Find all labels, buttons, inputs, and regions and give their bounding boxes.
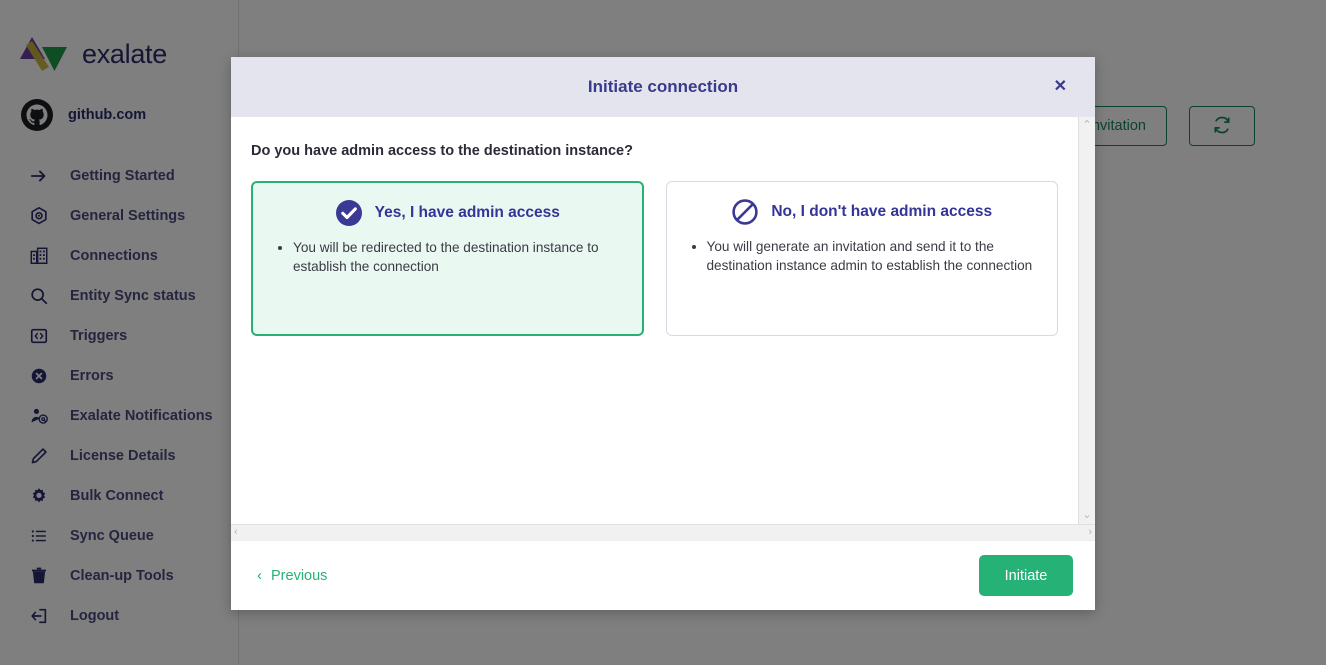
modal-footer: ‹ Previous Initiate (231, 540, 1095, 610)
modal-body-row: Do you have admin access to the destinat… (231, 117, 1095, 524)
previous-button-label: Previous (271, 567, 328, 584)
previous-button[interactable]: ‹ Previous (255, 562, 329, 590)
option-card-bullet: You will be redirected to the destinatio… (293, 239, 624, 276)
check-circle-icon (335, 199, 363, 227)
scroll-left-arrow-icon[interactable]: ‹ (234, 527, 238, 538)
modal-title: Initiate connection (587, 77, 739, 96)
option-card-bullets: You will generate an invitation and send… (685, 238, 1040, 275)
chevron-left-icon: ‹ (257, 567, 262, 584)
option-card-title: No, I don't have admin access (771, 203, 993, 220)
modal-vertical-scrollbar[interactable]: ⌃ ⌄ (1078, 117, 1095, 524)
option-card-bullet: You will generate an invitation and send… (707, 238, 1040, 275)
option-card-bullets: You will be redirected to the destinatio… (271, 239, 624, 276)
option-card-yes[interactable]: Yes, I have admin access You will be red… (251, 181, 644, 336)
option-card-header: No, I don't have admin access (685, 198, 1040, 226)
initiate-button[interactable]: Initiate (979, 555, 1073, 596)
scroll-down-arrow-icon[interactable]: ⌄ (1082, 510, 1091, 521)
option-card-header: Yes, I have admin access (271, 199, 624, 227)
option-cards: Yes, I have admin access You will be red… (251, 181, 1058, 336)
no-entry-icon (731, 198, 759, 226)
modal-header: Initiate connection ✕ (231, 57, 1095, 117)
initiate-connection-modal: Initiate connection ✕ Do you have admin … (231, 57, 1095, 610)
modal-body: Do you have admin access to the destinat… (231, 117, 1078, 524)
modal-body-wrap: Do you have admin access to the destinat… (231, 117, 1095, 540)
scroll-right-arrow-icon[interactable]: › (1088, 527, 1092, 538)
option-card-title: Yes, I have admin access (374, 204, 560, 221)
option-card-no[interactable]: No, I don't have admin access You will g… (665, 181, 1058, 336)
question-text: Do you have admin access to the destinat… (251, 143, 633, 159)
scroll-up-arrow-icon[interactable]: ⌃ (1082, 120, 1091, 131)
modal-horizontal-scrollbar[interactable]: ‹ › (231, 524, 1095, 540)
close-icon[interactable]: ✕ (1048, 75, 1073, 99)
